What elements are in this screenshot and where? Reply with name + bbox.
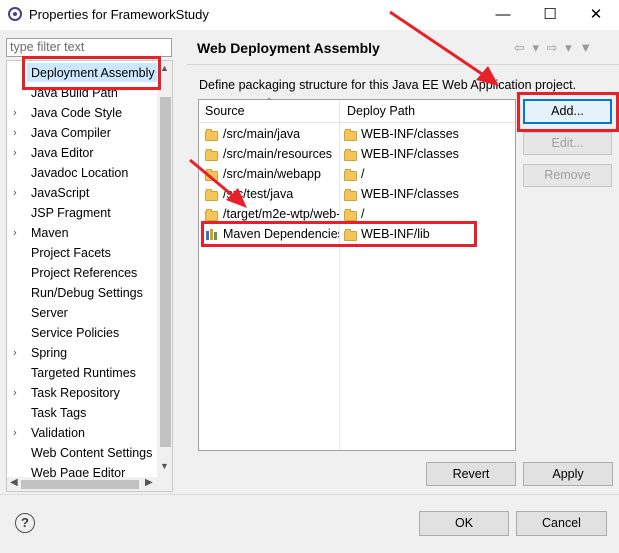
annotation-arrows	[189, 10, 499, 208]
annotation-arrow-to-add	[389, 10, 489, 80]
annotation-arrow-to-maven	[189, 158, 239, 202]
annotation-arrowhead-add	[476, 66, 499, 86]
